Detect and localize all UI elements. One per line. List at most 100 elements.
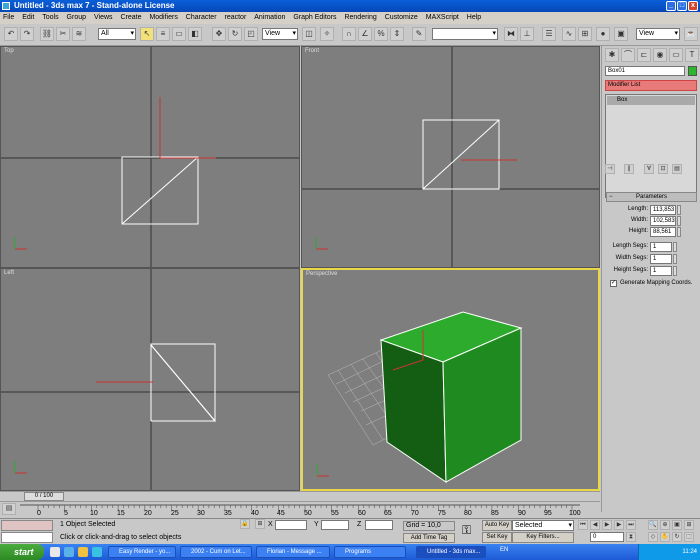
- mirror-icon[interactable]: ⧓: [504, 27, 518, 41]
- task-florian-message[interactable]: Florian - Message ...: [256, 546, 330, 558]
- redo-icon[interactable]: ↷: [20, 27, 34, 41]
- show-end-result-icon[interactable]: ∥: [624, 164, 634, 174]
- spinner-snap-icon[interactable]: ⇕: [390, 27, 404, 41]
- length-segs-field[interactable]: 1: [650, 242, 672, 252]
- stack-item-box[interactable]: Box: [607, 96, 695, 105]
- lock-selection-icon[interactable]: 🔒: [240, 519, 250, 529]
- named-selection-icon[interactable]: ✎: [412, 27, 426, 41]
- layer-manager-icon[interactable]: ☰: [542, 27, 556, 41]
- align-icon[interactable]: ⊥: [520, 27, 534, 41]
- angle-snap-icon[interactable]: ∠: [358, 27, 372, 41]
- goto-end-icon[interactable]: ⏭: [626, 520, 636, 530]
- unlink-icon[interactable]: ✂: [56, 27, 70, 41]
- time-slider[interactable]: 0 / 100: [0, 491, 600, 501]
- named-selection-dropdown[interactable]: [432, 28, 498, 40]
- time-slider-thumb[interactable]: 0 / 100: [24, 492, 64, 501]
- bind-space-warp-icon[interactable]: ≋: [72, 27, 86, 41]
- zoom-all-icon[interactable]: ⊕: [660, 520, 670, 530]
- scale-icon[interactable]: ◰: [244, 27, 258, 41]
- height-spinner[interactable]: [677, 227, 681, 237]
- absolute-mode-icon[interactable]: ⊞: [255, 519, 265, 529]
- task-folder-2002[interactable]: 2002 - Cum on Let...: [180, 546, 252, 558]
- modify-tab-icon[interactable]: ⌒: [621, 48, 635, 62]
- zoom-icon[interactable]: 🔍: [648, 520, 658, 530]
- y-coord-field[interactable]: [321, 520, 349, 530]
- height-field[interactable]: 88,561: [650, 227, 676, 237]
- object-name-field[interactable]: Box01: [605, 66, 685, 76]
- menu-file[interactable]: File: [0, 14, 17, 21]
- track-bar[interactable]: ▤ 0 5 10 15 20 25 30 35 40 45 50 55 60 6…: [0, 501, 600, 518]
- selection-filter-dropdown[interactable]: All: [98, 28, 136, 40]
- pan-icon[interactable]: ✋: [660, 532, 670, 542]
- material-editor-icon[interactable]: ●: [596, 27, 610, 41]
- select-by-name-icon[interactable]: ≡: [156, 27, 170, 41]
- view-dropdown[interactable]: View: [636, 28, 680, 40]
- current-frame-field[interactable]: 0: [590, 532, 624, 542]
- next-frame-icon[interactable]: ▶: [614, 520, 624, 530]
- select-object-icon[interactable]: ↖: [140, 27, 154, 41]
- time-config-icon[interactable]: ⧗: [626, 532, 636, 542]
- arc-rotate-icon[interactable]: ↻: [672, 532, 682, 542]
- remove-modifier-icon[interactable]: ⊡: [658, 164, 668, 174]
- zoom-extents-all-icon[interactable]: ⊞: [684, 520, 694, 530]
- object-color-swatch[interactable]: [688, 66, 697, 76]
- menu-animation[interactable]: Animation: [251, 14, 288, 21]
- configure-sets-icon[interactable]: ▤: [672, 164, 682, 174]
- z-coord-field[interactable]: [365, 520, 393, 530]
- menu-tools[interactable]: Tools: [39, 14, 61, 21]
- render-scene-icon[interactable]: ▣: [614, 27, 628, 41]
- maximize-viewport-icon[interactable]: ⬚: [684, 532, 694, 542]
- snaps-toggle-icon[interactable]: ∩: [342, 27, 356, 41]
- play-icon[interactable]: ▶: [602, 520, 612, 530]
- move-icon[interactable]: ✥: [212, 27, 226, 41]
- length-field[interactable]: 113,853: [650, 205, 676, 215]
- percent-snap-icon[interactable]: %: [374, 27, 388, 41]
- create-tab-icon[interactable]: ✱: [605, 48, 619, 62]
- menu-rendering[interactable]: Rendering: [341, 14, 379, 21]
- motion-tab-icon[interactable]: ◉: [653, 48, 667, 62]
- curve-editor-icon[interactable]: ∿: [562, 27, 576, 41]
- goto-start-icon[interactable]: ⏮: [578, 520, 588, 530]
- width-field[interactable]: 102,583: [650, 216, 676, 226]
- parameters-rollout-header[interactable]: − Parameters: [606, 192, 697, 202]
- auto-key-button[interactable]: Auto Key: [482, 520, 512, 531]
- select-link-icon[interactable]: ⛓: [40, 27, 54, 41]
- undo-icon[interactable]: ↶: [4, 27, 18, 41]
- task-easy-render[interactable]: Easy Render - yo...: [108, 546, 176, 558]
- quick-launch-media-icon[interactable]: [78, 547, 88, 557]
- height-segs-field[interactable]: 1: [650, 266, 672, 276]
- quick-launch-app-icon[interactable]: [92, 547, 102, 557]
- display-tab-icon[interactable]: ▭: [669, 48, 683, 62]
- length-segs-spinner[interactable]: [673, 242, 677, 252]
- select-manipulate-icon[interactable]: ✧: [320, 27, 334, 41]
- menu-views[interactable]: Views: [91, 14, 116, 21]
- fov-icon[interactable]: ◇: [648, 532, 658, 542]
- task-3ds-max[interactable]: Untitled - 3ds max...: [416, 546, 486, 558]
- height-segs-spinner[interactable]: [673, 266, 677, 276]
- ref-coord-dropdown[interactable]: View: [262, 28, 298, 40]
- schematic-view-icon[interactable]: ⊞: [578, 27, 592, 41]
- menu-help[interactable]: Help: [464, 14, 484, 21]
- menu-create[interactable]: Create: [117, 14, 144, 21]
- viewport-top[interactable]: Top: [0, 46, 300, 268]
- menu-customize[interactable]: Customize: [382, 14, 421, 21]
- window-crossing-icon[interactable]: ◧: [188, 27, 202, 41]
- pivot-center-icon[interactable]: ◫: [302, 27, 316, 41]
- mini-curve-editor-icon[interactable]: ▤: [2, 503, 16, 515]
- modifier-list-dropdown[interactable]: Modifier List: [605, 80, 697, 91]
- zoom-extents-icon[interactable]: ▣: [672, 520, 682, 530]
- task-programs[interactable]: Programs: [334, 546, 406, 558]
- gen-mapping-checkbox[interactable]: ✓: [610, 280, 617, 287]
- menu-graph-editors[interactable]: Graph Editors: [290, 14, 339, 21]
- maxscript-mini-input[interactable]: [1, 532, 53, 543]
- viewport-left[interactable]: Left: [0, 268, 300, 491]
- rect-selection-icon[interactable]: ▭: [172, 27, 186, 41]
- quick-launch-ie-icon[interactable]: [50, 547, 60, 557]
- menu-modifiers[interactable]: Modifiers: [146, 14, 180, 21]
- start-button[interactable]: start: [0, 544, 44, 560]
- add-time-tag-button[interactable]: Add Time Tag: [403, 533, 455, 543]
- rotate-icon[interactable]: ↻: [228, 27, 242, 41]
- make-unique-icon[interactable]: ∀: [644, 164, 654, 174]
- quick-launch-desktop-icon[interactable]: [64, 547, 74, 557]
- set-key-button[interactable]: Set Key: [482, 532, 512, 543]
